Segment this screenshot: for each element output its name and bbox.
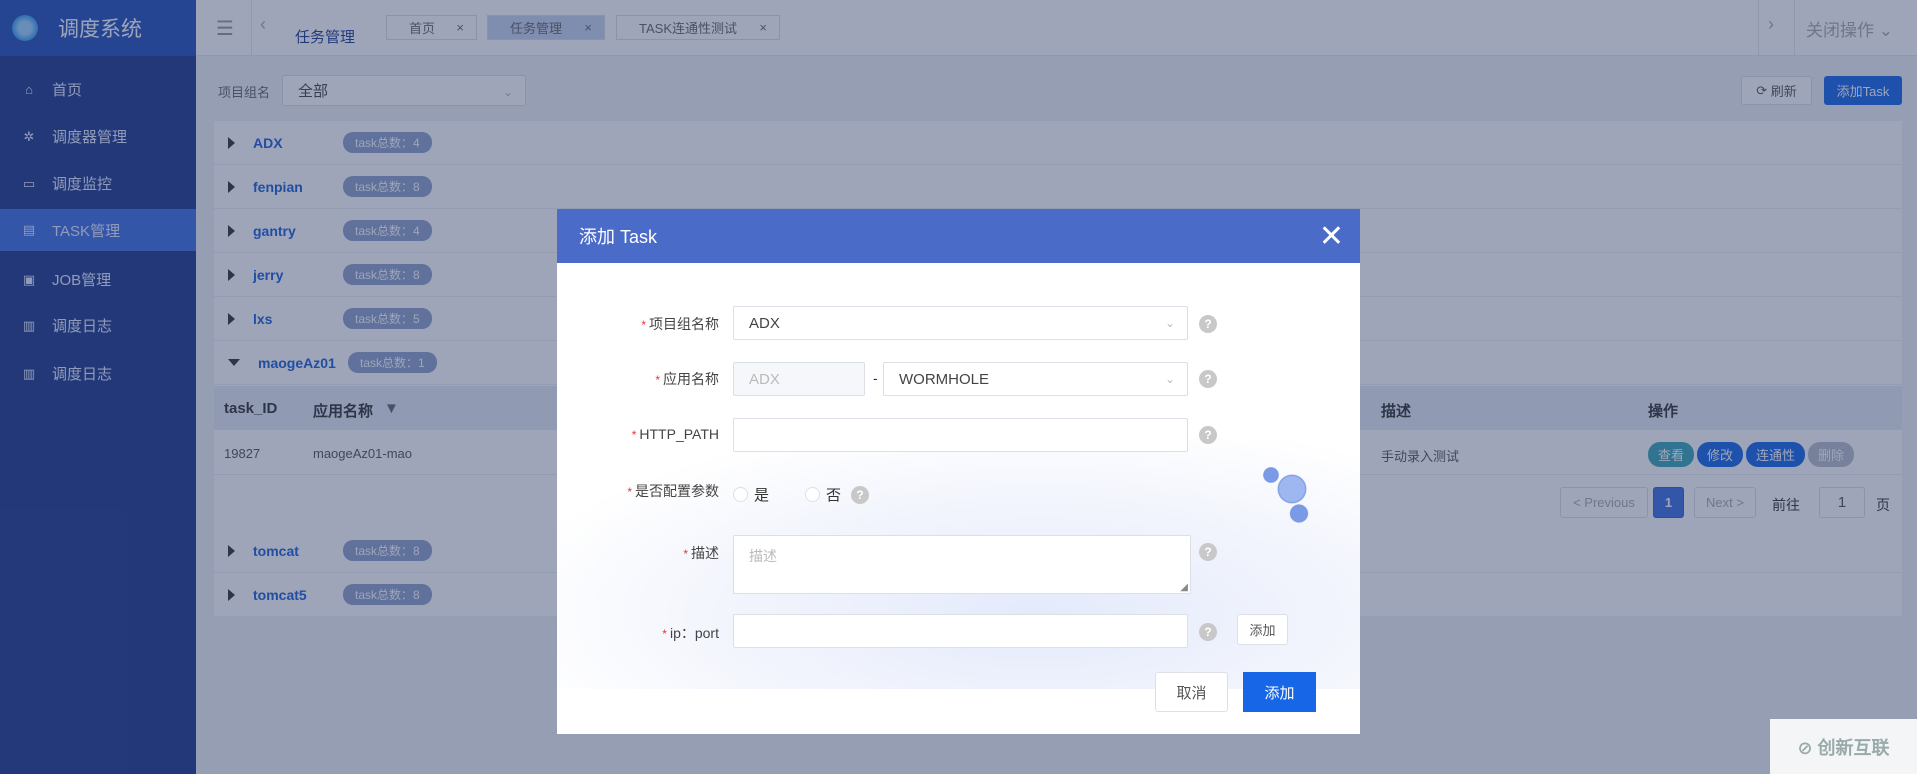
- help-icon[interactable]: ?: [1199, 623, 1217, 641]
- radio-no[interactable]: [805, 487, 821, 502]
- resize-handle-icon[interactable]: ◢: [1180, 582, 1188, 593]
- separator: -: [873, 370, 878, 386]
- radio-no-label: 否: [826, 487, 842, 504]
- help-icon[interactable]: ?: [851, 485, 870, 504]
- desc-textarea[interactable]: 描述 ◢: [733, 535, 1191, 594]
- help-icon[interactable]: ?: [1199, 426, 1217, 444]
- radio-yes-label: 是: [754, 487, 770, 504]
- http-path-label: * HTTP_PATH: [631, 426, 719, 442]
- app-select[interactable]: WORMHOLE ⌄: [883, 362, 1188, 396]
- params-label: * 是否配置参数: [627, 483, 719, 499]
- app-prefix-input: ADX: [733, 362, 865, 396]
- close-icon[interactable]: ✕: [1319, 219, 1344, 254]
- group-select[interactable]: ADX ⌄: [733, 306, 1188, 340]
- dialog-title: 添加 Task: [579, 227, 658, 247]
- select-value: WORMHOLE: [899, 370, 989, 388]
- add-task-dialog: 添加 Task ✕ * 项目组名称 ADX ⌄ ? * 应用名称 ADX - WORM…: [557, 209, 1360, 734]
- desc-label: * 描述: [683, 545, 719, 561]
- ip-port-input[interactable]: [733, 614, 1188, 648]
- chevron-down-icon: ⌄: [1164, 316, 1175, 330]
- ip-port-label: * ip：port: [662, 625, 719, 641]
- help-icon[interactable]: ?: [1199, 370, 1217, 388]
- chevron-down-icon: ⌄: [1164, 372, 1175, 386]
- add-ip-port-button[interactable]: 添加: [1237, 614, 1288, 645]
- watermark-logo: ⊘ 创新互联: [1770, 719, 1917, 774]
- group-label: * 项目组名称: [641, 316, 719, 332]
- help-icon[interactable]: ?: [1199, 315, 1217, 333]
- app-label: * 应用名称: [655, 371, 719, 387]
- submit-button[interactable]: 添加: [1243, 672, 1316, 712]
- help-icon[interactable]: ?: [1199, 543, 1217, 561]
- network-node-icon: [1257, 454, 1327, 524]
- http-path-input[interactable]: [733, 418, 1188, 452]
- dialog-header: 添加 Task ✕: [557, 209, 1360, 263]
- radio-yes[interactable]: [733, 487, 748, 502]
- select-value: ADX: [749, 314, 780, 332]
- cancel-button[interactable]: 取消: [1155, 672, 1228, 712]
